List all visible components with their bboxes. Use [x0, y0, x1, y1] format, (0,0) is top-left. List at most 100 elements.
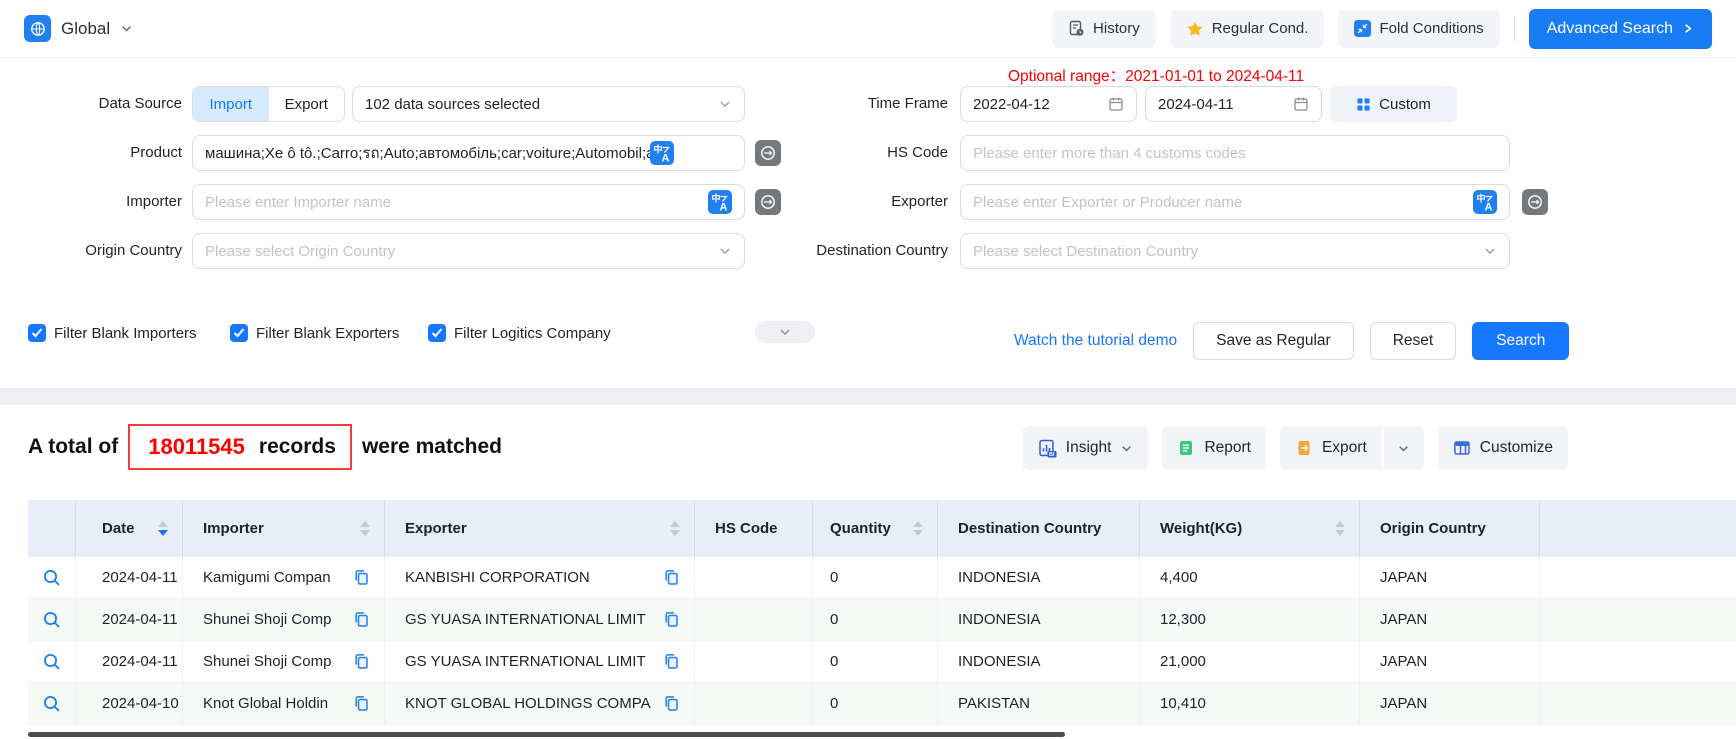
- region-selector[interactable]: Global: [24, 15, 133, 42]
- row-detail-button[interactable]: [42, 568, 62, 588]
- region-label: Global: [61, 19, 110, 39]
- exporter-name[interactable]: GS YUASA INTERNATIONAL LIMIT: [405, 653, 646, 670]
- count-annotation-box: 18011545 records: [128, 424, 352, 470]
- translate-icon[interactable]: 中A: [650, 141, 674, 165]
- filter-logistics-company[interactable]: Filter Logitics Company: [428, 321, 611, 345]
- cell-filler: [1540, 641, 1736, 682]
- header-quantity[interactable]: Quantity: [813, 500, 938, 557]
- row-detail-button[interactable]: [42, 694, 62, 714]
- tab-export[interactable]: Export: [269, 87, 345, 121]
- horizontal-scrollbar-thumb[interactable]: [28, 732, 1065, 737]
- search-button[interactable]: Search: [1472, 322, 1569, 360]
- cell-weight: 10,410: [1140, 683, 1360, 724]
- cell-quantity: 0: [813, 557, 938, 598]
- copy-icon[interactable]: [353, 653, 370, 670]
- expand-conditions-button[interactable]: [755, 321, 815, 343]
- header-importer[interactable]: Importer: [183, 500, 385, 557]
- export-button[interactable]: Export: [1280, 426, 1382, 470]
- importer-name[interactable]: Shunei Shoji Comp: [203, 611, 331, 628]
- copy-icon[interactable]: [663, 569, 680, 586]
- cell-destination-country: INDONESIA: [938, 641, 1140, 682]
- copy-icon[interactable]: [353, 695, 370, 712]
- exporter-name[interactable]: KANBISHI CORPORATION: [405, 569, 590, 586]
- magnifier-icon: [42, 652, 62, 672]
- header-date[interactable]: Date: [76, 500, 183, 557]
- sort-icons[interactable]: [670, 521, 680, 536]
- product-label: Product: [0, 135, 182, 171]
- end-date-input[interactable]: 2024-04-11: [1145, 86, 1322, 122]
- cell-origin-country: JAPAN: [1360, 599, 1540, 640]
- chevron-down-icon: [1397, 442, 1410, 455]
- translate-icon[interactable]: 中A: [1473, 190, 1497, 214]
- grid-icon: [1356, 97, 1371, 112]
- sort-icons[interactable]: [360, 521, 370, 536]
- report-button[interactable]: Report: [1162, 426, 1266, 470]
- results-table: Date Importer Exporter HS Code Quantity …: [28, 500, 1736, 739]
- checkbox-checked-icon[interactable]: [230, 324, 248, 342]
- exporter-match-mode-button[interactable]: [1522, 189, 1548, 215]
- checkbox-checked-icon[interactable]: [428, 324, 446, 342]
- reset-button[interactable]: Reset: [1370, 322, 1457, 360]
- sort-icons[interactable]: [1335, 521, 1345, 536]
- importer-name[interactable]: Shunei Shoji Comp: [203, 653, 331, 670]
- regular-cond-button[interactable]: Regular Cond.: [1170, 10, 1325, 48]
- insight-bi-icon: BI: [1038, 439, 1057, 458]
- cell-origin-country: JAPAN: [1360, 641, 1540, 682]
- copy-icon[interactable]: [663, 695, 680, 712]
- insight-button[interactable]: BI Insight: [1023, 426, 1149, 470]
- sort-icons[interactable]: [913, 521, 923, 536]
- data-sources-select[interactable]: 102 data sources selected: [352, 86, 745, 122]
- exporter-input[interactable]: Please enter Exporter or Producer name 中…: [960, 184, 1510, 220]
- copy-icon[interactable]: [663, 611, 680, 628]
- hs-code-input[interactable]: Please enter more than 4 customs codes: [960, 135, 1510, 171]
- cell-origin-country: JAPAN: [1360, 683, 1540, 724]
- product-input[interactable]: машина;Xe ô tô.;Carro;รถ;Auto;автомобіль…: [192, 135, 745, 171]
- customize-columns-icon: [1453, 439, 1471, 457]
- history-button[interactable]: History: [1052, 10, 1156, 48]
- cell-weight: 4,400: [1140, 557, 1360, 598]
- table-row: 2024-04-10 Knot Global Holdin KNOT GLOBA…: [28, 683, 1736, 725]
- importer-name[interactable]: Knot Global Holdin: [203, 695, 328, 712]
- cell-hs-code: [695, 641, 813, 682]
- sort-icons[interactable]: [158, 521, 168, 536]
- header-exporter[interactable]: Exporter: [385, 500, 695, 557]
- start-date-input[interactable]: 2022-04-12: [960, 86, 1137, 122]
- cell-importer: Kamigumi Compan: [183, 557, 385, 598]
- tab-import[interactable]: Import: [193, 87, 269, 121]
- importer-name[interactable]: Kamigumi Compan: [203, 569, 331, 586]
- cell-hs-code: [695, 599, 813, 640]
- fuzzy-search-icon: [1522, 189, 1548, 215]
- exporter-name[interactable]: KNOT GLOBAL HOLDINGS COMPA: [405, 695, 651, 712]
- fold-conditions-button[interactable]: Fold Conditions: [1338, 10, 1499, 48]
- copy-icon[interactable]: [663, 653, 680, 670]
- origin-country-select[interactable]: Please select Origin Country: [192, 233, 745, 269]
- row-detail-button[interactable]: [42, 610, 62, 630]
- importer-input[interactable]: Please enter Importer name 中A: [192, 184, 745, 220]
- filter-blank-exporters[interactable]: Filter Blank Exporters: [230, 321, 399, 345]
- chevron-down-icon: [778, 325, 792, 339]
- custom-range-button[interactable]: Custom: [1330, 86, 1457, 122]
- cell-date: 2024-04-10: [76, 683, 183, 724]
- header-origin-country: Origin Country: [1360, 500, 1540, 557]
- destination-country-select[interactable]: Please select Destination Country: [960, 233, 1510, 269]
- copy-icon[interactable]: [353, 611, 370, 628]
- table-row: 2024-04-11 Kamigumi Compan KANBISHI CORP…: [28, 557, 1736, 599]
- cell-exporter: GS YUASA INTERNATIONAL LIMIT: [385, 641, 695, 682]
- row-detail-button[interactable]: [42, 652, 62, 672]
- header-weight[interactable]: Weight(KG): [1140, 500, 1360, 557]
- exporter-name[interactable]: GS YUASA INTERNATIONAL LIMIT: [405, 611, 646, 628]
- advanced-search-button[interactable]: Advanced Search: [1529, 9, 1712, 49]
- copy-icon[interactable]: [353, 569, 370, 586]
- customize-button[interactable]: Customize: [1438, 426, 1568, 470]
- trade-data-search-page: Global History Regular Cond. Fold Condit…: [0, 0, 1736, 739]
- hs-code-label: HS Code: [700, 135, 948, 171]
- svg-text:BI: BI: [1049, 452, 1055, 458]
- save-as-regular-button[interactable]: Save as Regular: [1193, 322, 1354, 360]
- export-menu-button[interactable]: [1384, 426, 1424, 470]
- checkbox-checked-icon[interactable]: [28, 324, 46, 342]
- importer-label: Importer: [0, 184, 182, 220]
- cell-filler: [1540, 599, 1736, 640]
- cell-date: 2024-04-11: [76, 557, 183, 598]
- filter-blank-importers[interactable]: Filter Blank Importers: [28, 321, 197, 345]
- tutorial-demo-link[interactable]: Watch the tutorial demo: [1014, 332, 1177, 350]
